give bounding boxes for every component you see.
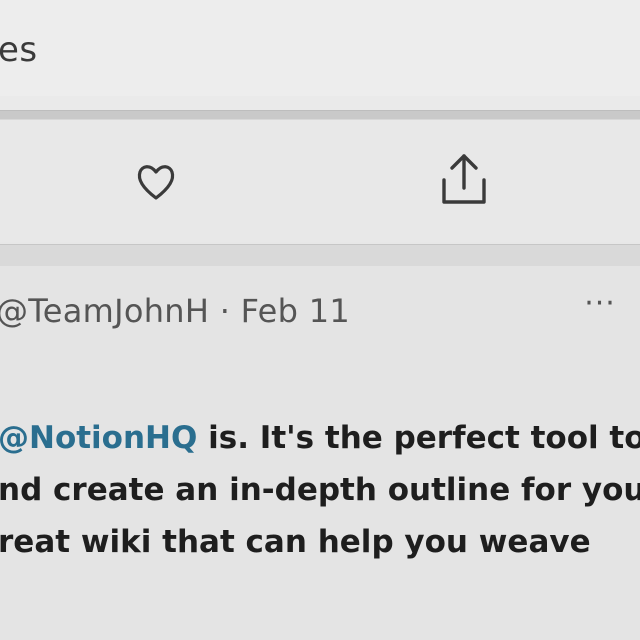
like-button[interactable]: [124, 150, 188, 214]
divider: [0, 244, 640, 267]
share-button[interactable]: [432, 148, 496, 212]
heart-icon: [137, 165, 175, 200]
twitter-timeline: es @TeamJohnH · Feb 11 ··· @NotionHQ is.…: [0, 0, 640, 640]
tweet-separator: ·: [219, 292, 231, 330]
tweet-date[interactable]: Feb 11: [241, 292, 350, 330]
share-upload-icon: [442, 154, 486, 204]
previous-tweet: es: [0, 0, 640, 96]
more-options-button[interactable]: ···: [578, 289, 622, 322]
tweet-handle[interactable]: @TeamJohnH: [0, 292, 209, 330]
tweet-line-1: @NotionHQ is. It's the perfect tool to: [0, 412, 640, 464]
tweet-line-2: nd create an in-depth outline for your: [0, 472, 640, 508]
mention-link[interactable]: @NotionHQ: [0, 420, 197, 456]
tweet-text: @NotionHQ is. It's the perfect tool to n…: [0, 412, 640, 568]
divider: [0, 110, 640, 120]
tweet-line-3: reat wiki that can help you weave: [0, 524, 591, 560]
screen-fade: [0, 580, 640, 640]
tweet-header: @TeamJohnH · Feb 11: [0, 292, 350, 330]
tweet-action-bar: [0, 120, 640, 242]
tweet-line-1-text: is. It's the perfect tool to: [197, 420, 640, 456]
previous-tweet-text: es: [0, 30, 38, 70]
